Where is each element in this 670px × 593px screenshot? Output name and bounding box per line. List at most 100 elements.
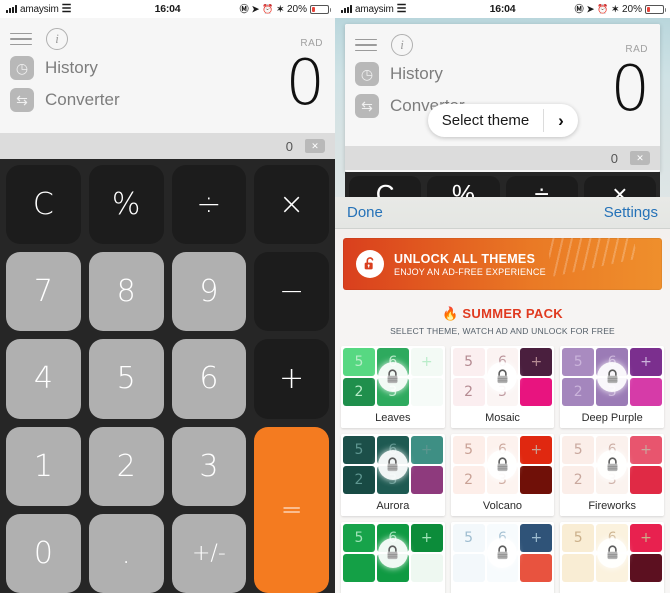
theme-preview-cell: 5	[452, 524, 485, 552]
calculator-display: 0	[285, 46, 325, 119]
theme-preview-cell: 2	[452, 466, 485, 494]
calculator-key-[interactable]: −	[254, 252, 329, 332]
theme-preview-cell: +	[410, 436, 443, 464]
calculator-key-[interactable]: ÷	[171, 165, 247, 245]
theme-tile[interactable]: 56+	[450, 522, 555, 593]
theme-tile[interactable]: 56+	[341, 522, 445, 593]
theme-grid: 56+23Leaves56+23Mosaic56+23Deep Purple56…	[335, 336, 670, 593]
calculator-key-+[interactable]: +	[254, 339, 329, 419]
theme-preview: 56+23	[451, 346, 555, 408]
theme-preview-cell	[630, 378, 662, 406]
calculator-key-2[interactable]: 2	[88, 426, 164, 506]
calculator-entry-bar: 0 ✕	[345, 146, 660, 170]
status-bar-left: amaysim ☰ 16:04 Ⓜ ➤ ⏰ ✶ 20%	[0, 0, 335, 18]
backspace-icon[interactable]: ✕	[305, 139, 325, 153]
calculator-key-6[interactable]: 6	[171, 339, 247, 419]
left-screen-calculator: amaysim ☰ 16:04 Ⓜ ➤ ⏰ ✶ 20% i ◷ History	[0, 0, 335, 593]
lock-icon	[377, 450, 408, 480]
theme-preview-cell: 5	[343, 436, 375, 464]
theme-name-label	[450, 584, 555, 593]
calculator-menu-row: i	[10, 18, 325, 52]
settings-button[interactable]: Settings	[604, 204, 658, 221]
theme-preview-cell: +	[410, 348, 443, 376]
theme-picker-toolbar: Done Settings	[335, 197, 670, 229]
theme-preview-cell: 2	[452, 378, 485, 406]
calculator-key-%[interactable]: %	[88, 165, 164, 245]
chevron-right-icon[interactable]: ›	[544, 111, 578, 131]
calculator-key-0[interactable]: 0	[6, 513, 81, 593]
calculator-display: 0	[610, 52, 650, 125]
calculator-key-+/-[interactable]: +/-	[171, 513, 247, 593]
backspace-icon[interactable]: ✕	[630, 151, 650, 165]
theme-name-label: Mosaic	[450, 408, 555, 428]
history-clock-icon: ◷	[10, 56, 34, 80]
theme-name-label: Volcano	[450, 496, 555, 516]
info-icon[interactable]: i	[46, 28, 68, 50]
calculator-key-[interactable]: ×	[254, 165, 329, 245]
calculator-key-4[interactable]: 4	[6, 339, 81, 419]
calculator-preview-card: i ◷ History ⇆ Converter RAD 0 0 ✕	[345, 24, 660, 172]
calculator-key-8[interactable]: 8	[88, 252, 164, 332]
status-bar-right-group: Ⓜ ➤ ⏰ ✶ 20%	[240, 3, 331, 15]
done-button[interactable]: Done	[347, 204, 383, 221]
theme-preview-cell	[452, 554, 485, 582]
theme-preview-cell	[410, 466, 443, 494]
theme-preview-cell: 5	[343, 524, 375, 552]
theme-tile[interactable]: 56+23Mosaic	[450, 346, 555, 428]
calculator-key-9[interactable]: 9	[171, 252, 247, 332]
calculator-key-.[interactable]: .	[88, 513, 164, 593]
calculator-key-1[interactable]: 1	[6, 426, 81, 506]
hamburger-menu-icon[interactable]	[10, 29, 32, 50]
theme-preview-cell: +	[520, 436, 553, 464]
theme-preview-cell: +	[630, 524, 662, 552]
theme-preview-cell: 5	[562, 524, 595, 552]
calculator-entry-bar: 0 ✕	[0, 133, 335, 159]
theme-preview-cell: 5	[343, 348, 375, 376]
theme-tile[interactable]: 56+23Deep Purple	[560, 346, 664, 428]
calculator-key-[interactable]: =	[254, 426, 329, 593]
entry-value: 0	[285, 138, 293, 154]
lock-icon	[377, 538, 408, 568]
unlock-all-themes-banner[interactable]: UNLOCK ALL THEMES ENJOY AN AD-FREE EXPER…	[343, 238, 662, 290]
battery-icon	[645, 4, 666, 14]
battery-icon	[310, 4, 331, 14]
theme-preview-cell	[630, 466, 662, 494]
calculator-header: i ◷ History ⇆ Converter RAD 0	[0, 18, 335, 133]
theme-name-label: Aurora	[341, 496, 445, 516]
theme-preview-cell: 5	[452, 436, 485, 464]
theme-tile[interactable]: 56+23Aurora	[341, 434, 445, 516]
status-bar-right: amaysim ☰ 16:04 Ⓜ ➤ ⏰ ✶ 20%	[335, 0, 670, 18]
theme-preview-cell: 2	[343, 378, 375, 406]
theme-tile[interactable]: 56+	[560, 522, 664, 593]
theme-preview-cell: +	[520, 524, 553, 552]
theme-preview-cell: 5	[562, 436, 595, 464]
calculator-key-3[interactable]: 3	[171, 426, 247, 506]
theme-tile[interactable]: 56+23Volcano	[450, 434, 555, 516]
theme-preview-cell: 5	[562, 348, 595, 376]
hamburger-menu-icon[interactable]	[355, 35, 377, 56]
theme-tile[interactable]: 56+23Leaves	[341, 346, 445, 428]
theme-preview-cell: +	[630, 348, 662, 376]
drawer-item-history-label: History	[45, 58, 98, 77]
preview-menu-row: i	[355, 24, 650, 58]
calculator-key-c[interactable]: C	[6, 165, 81, 245]
calculator-key-5[interactable]: 5	[88, 339, 164, 419]
theme-preview: 56+23	[451, 434, 555, 496]
alarm-icon: ⏰	[262, 3, 274, 14]
converter-arrows-icon: ⇆	[355, 94, 379, 118]
drawer-item-history[interactable]: ◷ History	[10, 52, 325, 84]
history-clock-icon: ◷	[355, 62, 379, 86]
drawer-item-history[interactable]: ◷ History	[355, 58, 650, 90]
battery-percent-label: 20%	[286, 3, 307, 15]
theme-tile[interactable]: 56+23Fireworks	[560, 434, 664, 516]
drawer-item-converter[interactable]: ⇆ Converter	[10, 84, 325, 116]
theme-preview-cell	[520, 378, 553, 406]
bluetooth-icon: ✶	[276, 3, 284, 14]
do-not-disturb-icon: Ⓜ	[574, 3, 584, 14]
theme-name-label: Fireworks	[560, 496, 664, 516]
themes-pane: UNLOCK ALL THEMES ENJOY AN AD-FREE EXPER…	[335, 229, 670, 593]
select-theme-tooltip[interactable]: Select theme ›	[428, 104, 578, 137]
theme-name-label	[341, 584, 445, 593]
info-icon[interactable]: i	[391, 34, 413, 56]
calculator-key-7[interactable]: 7	[6, 252, 81, 332]
